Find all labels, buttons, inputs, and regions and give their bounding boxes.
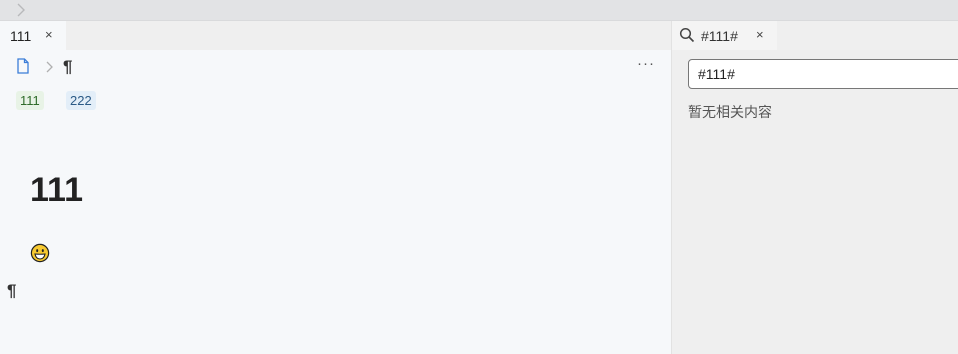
paragraph-marker[interactable]: ¶ — [7, 281, 16, 301]
more-menu-button[interactable]: ··· — [637, 55, 655, 72]
top-toolbar — [0, 0, 958, 21]
document-heading[interactable]: 111 — [30, 171, 83, 210]
search-tab-label: #111# — [701, 28, 738, 44]
editor-pane: 111 × ¶ ··· 111 222 111 ¶ — [0, 21, 671, 354]
close-icon[interactable]: × — [756, 27, 764, 42]
chevron-right-icon — [46, 61, 53, 73]
search-icon — [679, 27, 695, 43]
grinning-face-icon — [30, 243, 50, 263]
close-icon[interactable]: × — [45, 27, 53, 42]
editor-tab[interactable]: 111 × — [0, 21, 66, 50]
search-input[interactable] — [688, 59, 958, 89]
editor-tab-label: 111 — [10, 28, 32, 44]
empty-results-message: 暂无相关内容 — [688, 104, 772, 120]
tag-111[interactable]: 111 — [16, 91, 44, 110]
chevron-right-icon[interactable] — [14, 2, 28, 18]
search-pane: #111# × 暂无相关内容 — [671, 21, 958, 354]
tag-222[interactable]: 222 — [66, 91, 96, 110]
search-tab[interactable]: #111# × — [672, 21, 777, 50]
breadcrumb-block[interactable]: ¶ — [63, 57, 72, 77]
breadcrumb: ¶ — [16, 57, 86, 77]
editor-tab-strip: 111 × — [0, 21, 671, 50]
file-icon[interactable] — [16, 58, 30, 74]
